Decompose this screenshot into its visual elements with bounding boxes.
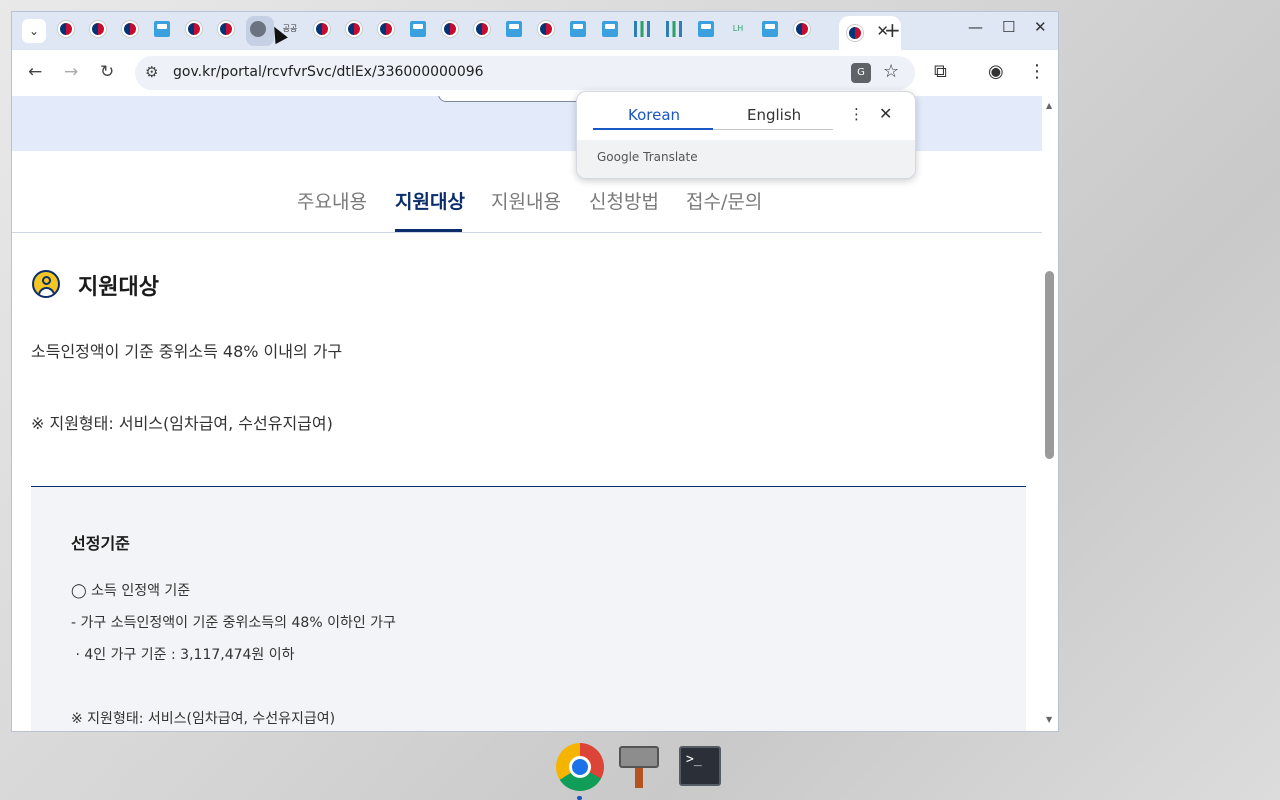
tab-favicon-icon[interactable] [602,21,618,37]
minimize-button[interactable]: — [968,18,983,36]
terminal-dock-icon[interactable]: >_ [679,746,721,786]
tab-favicon-icon[interactable] [378,21,394,37]
tab-contact[interactable]: 접수/문의 [686,187,762,214]
criteria-line: · 4인 가구 기준 : 3,117,474원 이하 [71,647,295,663]
tab-favicon-icon[interactable] [506,21,522,37]
criteria-box: 선정기준 ◯ 소득 인정액 기준 - 가구 소득인정액이 기준 중위소득의 48… [31,487,1026,731]
terminal-prompt-label: >_ [686,752,702,767]
criteria-line: - 가구 소득인정액이 기준 중위소득의 48% 이하인 가구 [71,615,396,631]
bookmark-star-icon[interactable]: ☆ [883,61,899,82]
reload-button[interactable]: ↻ [100,62,114,82]
tab-eligibility[interactable]: 지원대상 [395,187,465,214]
tab-favicon-icon[interactable] [186,21,202,37]
browser-toolbar: ← → ↻ ⚙ gov.kr/portal/rcvfvrSvc/dtlEx/33… [12,50,1058,96]
menu-kebab-icon[interactable]: ⋮ [1028,61,1046,82]
signpost-icon-post [635,768,643,788]
scroll-up-arrow[interactable]: ▲ [1046,101,1052,110]
tab-favicon-icon[interactable] [154,21,170,37]
section-title: 지원대상 [78,275,159,300]
person-icon-head [42,276,51,285]
tab-favicon-icon[interactable] [410,21,426,37]
chrome-dock-icon[interactable] [556,743,604,791]
chevron-down-icon: ⌄ [28,24,40,38]
hero-card-edge [438,96,588,102]
tab-favicon-icon[interactable]: LH [730,21,746,37]
new-tab-button[interactable]: + [884,18,901,42]
tab-favicon-icon[interactable] [474,21,490,37]
translate-tab-underline [593,128,713,130]
translate-icon[interactable]: G [851,63,871,83]
tab-favicon-icon[interactable] [250,21,266,37]
tab-favicon-icon[interactable] [90,21,106,37]
translate-tab-korean[interactable]: Korean [628,106,680,124]
site-info-icon[interactable]: ⚙ [145,63,158,81]
scrollbar-thumb[interactable] [1045,271,1054,459]
tab-main-content[interactable]: 주요내용 [297,187,367,214]
eligibility-summary: 소득인정액이 기준 중위소득 48% 이내의 가구 [31,342,343,361]
back-button[interactable]: ← [28,62,42,82]
translate-popup: Korean English ⋮ ✕ Google Translate [576,91,916,179]
page-content: 주요내용 지원대상 지원내용 신청방법 접수/문의 지원대상 소득인정액이 기준… [12,96,1042,731]
tab-active-favicon-icon [847,25,863,41]
tab-favicon-icon[interactable] [666,21,682,37]
person-icon [32,270,60,298]
criteria-line: ◯ 소득 인정액 기준 [71,583,191,599]
extensions-icon[interactable]: ⧉ [934,61,947,82]
tab-support-content[interactable]: 지원내용 [491,187,561,214]
tab-favicon-icon[interactable] [698,21,714,37]
maximize-button[interactable]: ☐ [1002,18,1015,36]
tab-strip: ⌄ 공공 LH ✕ + — ☐ ✕ [12,12,1058,50]
translate-options-icon[interactable]: ⋮ [849,105,864,123]
tab-favicon-icon[interactable] [122,21,138,37]
tab-how-to-apply[interactable]: 신청방법 [589,187,659,214]
tab-favicon-icon[interactable] [570,21,586,37]
address-bar[interactable]: ⚙ gov.kr/portal/rcvfvrSvc/dtlEx/33600000… [135,56,915,90]
tab-favicon-icon[interactable] [538,21,554,37]
active-tab-underline [395,229,462,232]
forward-button[interactable]: → [64,62,78,82]
person-icon-body [38,287,55,296]
translate-close-icon[interactable]: ✕ [879,104,892,123]
support-type-note: ※ 지원형태: 서비스(임차급여, 수선유지급여) [31,414,333,433]
translate-tab-baseline [713,129,833,130]
tab-favicon-icon[interactable] [218,21,234,37]
tab-favicon-icon[interactable] [794,21,810,37]
tab-favicon-icon[interactable] [634,21,650,37]
tab-favicon-icon[interactable] [346,21,362,37]
profile-icon[interactable]: ◉ [988,61,1004,82]
tab-favicon-icon[interactable] [442,21,458,37]
tool-dock-icon[interactable] [619,746,659,788]
translate-brand: Google Translate [597,150,698,164]
tab-favicon-icon[interactable] [314,21,330,37]
translate-tab-english[interactable]: English [747,106,801,124]
tab-favicon-icon[interactable] [762,21,778,37]
dock-running-indicator [577,796,582,800]
criteria-line: ※ 지원형태: 서비스(임차급여, 수선유지급여) [71,711,336,727]
window-close-button[interactable]: ✕ [1034,18,1047,36]
criteria-title: 선정기준 [71,534,130,553]
url-text[interactable]: gov.kr/portal/rcvfvrSvc/dtlEx/3360000000… [173,64,484,80]
tab-search-button[interactable]: ⌄ [22,19,46,43]
tab-favicon-icon[interactable] [58,21,74,37]
signpost-icon-board [619,746,659,768]
scroll-down-arrow[interactable]: ▼ [1046,715,1052,724]
